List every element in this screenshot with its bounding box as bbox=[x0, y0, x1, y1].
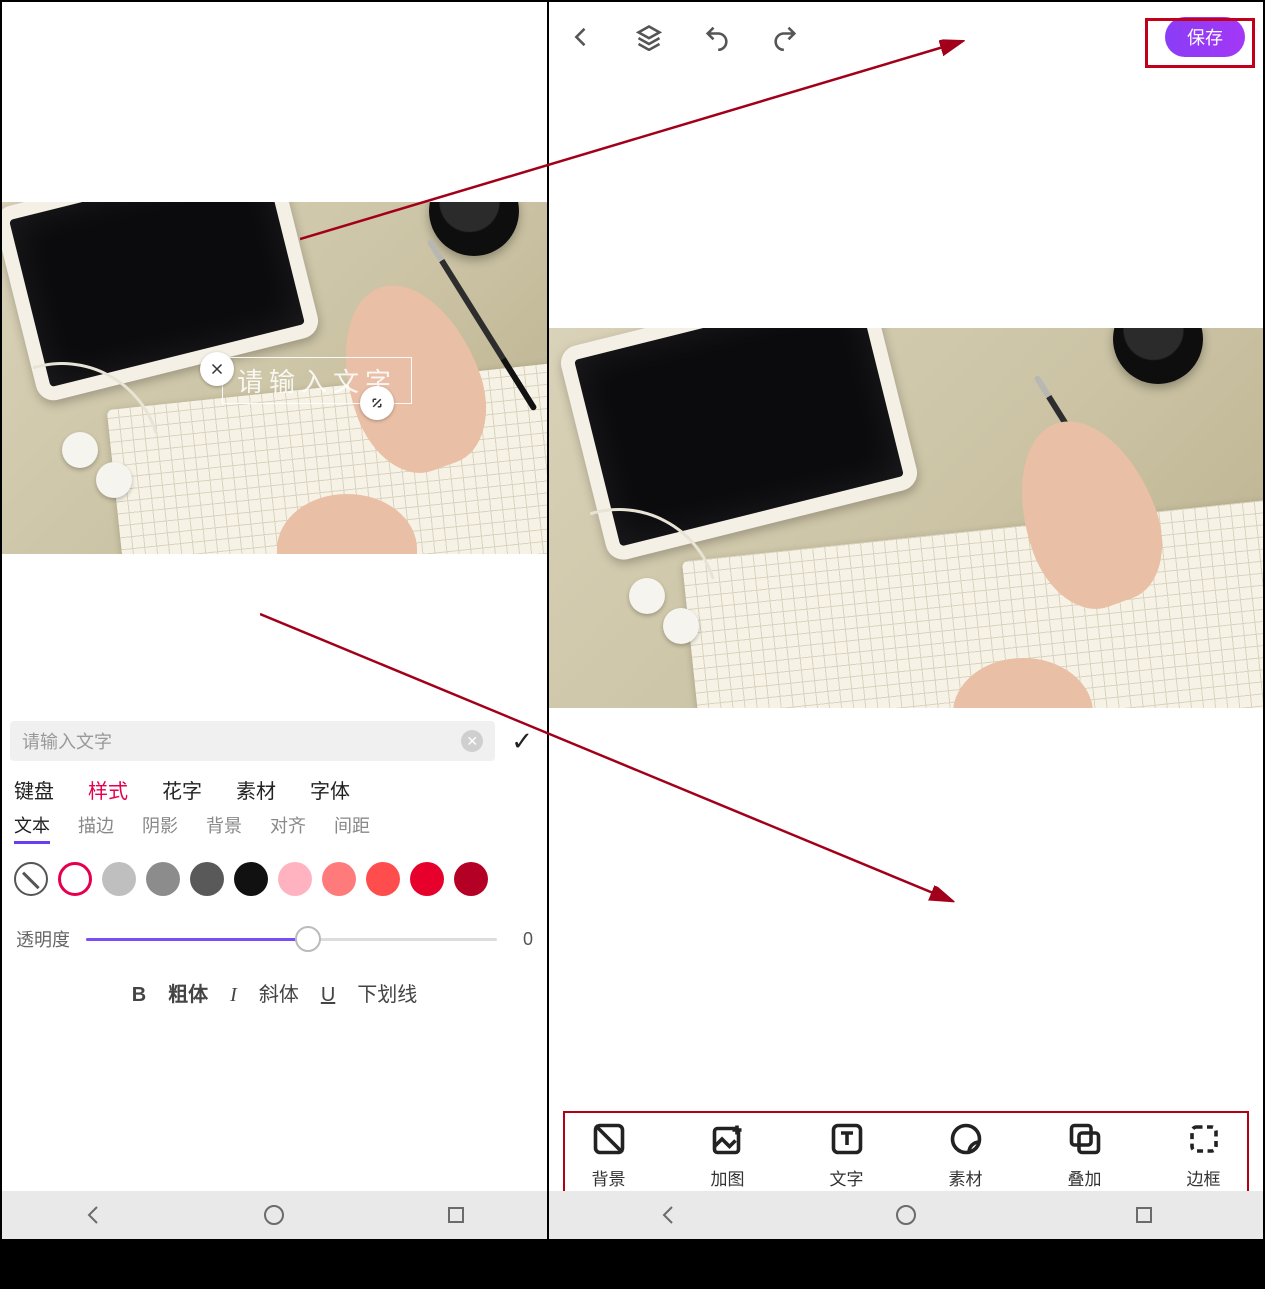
swatch[interactable] bbox=[146, 862, 180, 896]
nav-recent-icon[interactable] bbox=[1132, 1203, 1156, 1227]
underline-mark[interactable]: U bbox=[321, 984, 335, 1007]
nav-recent-icon[interactable] bbox=[444, 1203, 468, 1227]
nav-home-icon[interactable] bbox=[262, 1203, 286, 1227]
opacity-label: 透明度 bbox=[16, 926, 70, 952]
underline-label[interactable]: 下划线 bbox=[357, 978, 417, 1007]
android-navbar bbox=[2, 1191, 547, 1239]
swatch-selected[interactable] bbox=[58, 862, 92, 896]
nav-home-icon[interactable] bbox=[894, 1203, 918, 1227]
format-row: B 粗体 I 斜体 U 下划线 bbox=[8, 956, 541, 1011]
nav-back-icon[interactable] bbox=[656, 1203, 680, 1227]
delete-handle-icon[interactable] bbox=[200, 352, 234, 386]
italic-label[interactable]: 斜体 bbox=[259, 978, 299, 1007]
annotation-arrow-tools bbox=[260, 610, 960, 910]
annotation-arrow-save bbox=[300, 34, 980, 244]
italic-mark[interactable]: I bbox=[230, 984, 237, 1007]
bold-mark[interactable]: B bbox=[132, 984, 146, 1007]
opacity-value: 0 bbox=[513, 929, 533, 950]
text-input-placeholder: 请输入文字 bbox=[22, 728, 112, 754]
resize-handle-icon[interactable] bbox=[360, 386, 394, 420]
swatch[interactable] bbox=[102, 862, 136, 896]
subtab-shadow[interactable]: 阴影 bbox=[142, 812, 178, 838]
subtab-text[interactable]: 文本 bbox=[14, 812, 50, 838]
tab-style[interactable]: 样式 bbox=[88, 775, 128, 804]
subtab-stroke[interactable]: 描边 bbox=[78, 812, 114, 838]
bold-label[interactable]: 粗体 bbox=[168, 978, 208, 1007]
annotation-box-save bbox=[1145, 18, 1255, 68]
swatch[interactable] bbox=[190, 862, 224, 896]
tab-keyboard[interactable]: 键盘 bbox=[14, 775, 54, 804]
nav-back-icon[interactable] bbox=[81, 1203, 105, 1227]
tab-fancy[interactable]: 花字 bbox=[162, 775, 202, 804]
subtab-bg[interactable]: 背景 bbox=[206, 812, 242, 838]
swatch-none[interactable] bbox=[14, 862, 48, 896]
android-navbar bbox=[549, 1191, 1263, 1239]
canvas[interactable]: 请输入文字 bbox=[2, 202, 547, 554]
opacity-slider[interactable] bbox=[86, 938, 497, 941]
